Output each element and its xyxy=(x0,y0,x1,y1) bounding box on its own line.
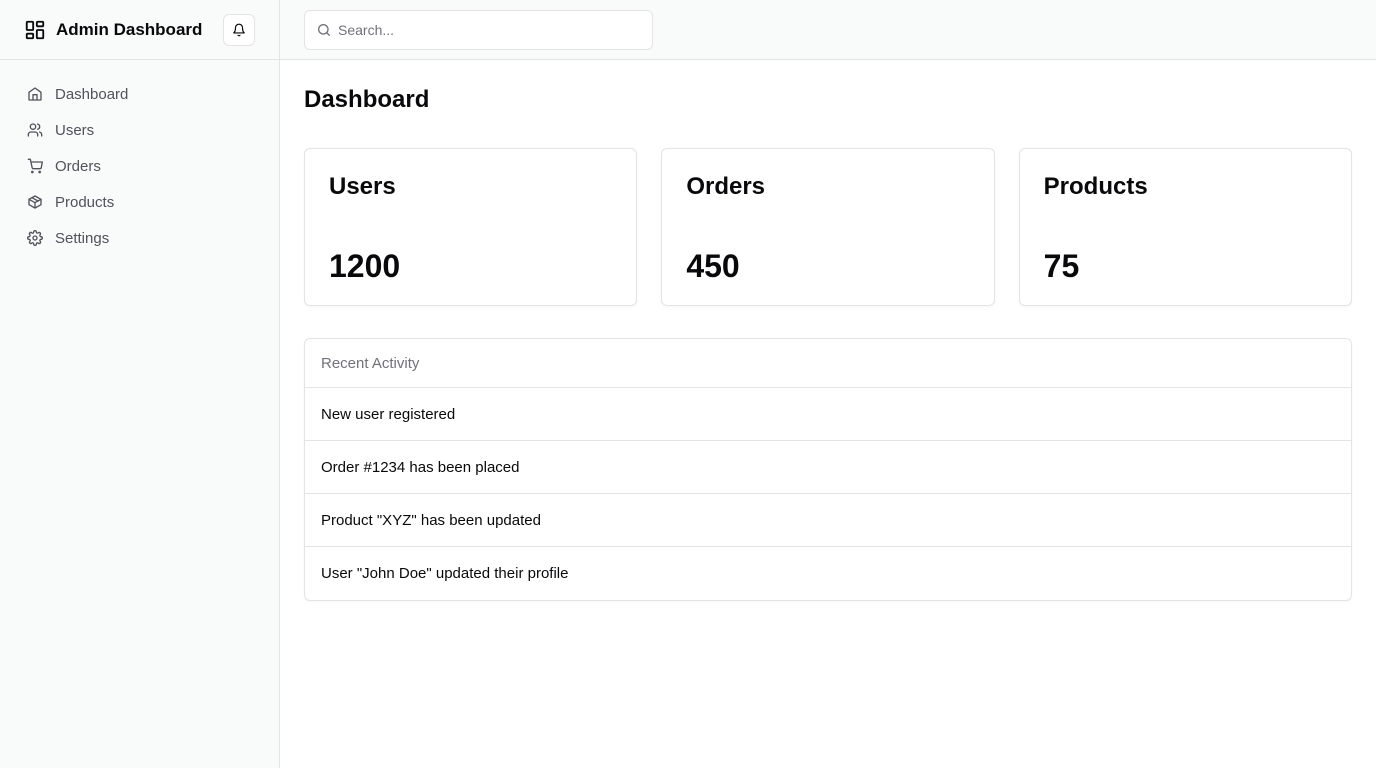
app-title: Admin Dashboard xyxy=(56,19,203,39)
stat-title: Products xyxy=(1043,173,1148,200)
sidebar-item-label: Users xyxy=(55,121,95,139)
sidebar-item-label: Settings xyxy=(55,229,110,247)
gear-icon xyxy=(27,230,43,246)
stats-row: Users 1200 Orders 450 Products 75 xyxy=(304,148,1352,306)
stat-card-products: Products 75 xyxy=(1018,148,1352,306)
stat-value: 450 xyxy=(686,248,740,284)
page-title: Dashboard xyxy=(304,86,430,113)
sidebar-nav: Dashboard Users Orders Products Settings xyxy=(0,60,279,272)
stat-value: 1200 xyxy=(329,248,401,284)
sidebar-item-users[interactable]: Users xyxy=(16,112,263,148)
home-icon xyxy=(27,86,43,102)
sidebar-item-products[interactable]: Products xyxy=(16,184,263,220)
sidebar-item-label: Products xyxy=(55,193,115,211)
stat-card-users: Users 1200 xyxy=(304,148,638,306)
stat-title: Orders xyxy=(686,173,766,200)
search-box xyxy=(304,10,653,50)
sidebar-header: Admin Dashboard xyxy=(0,0,279,60)
topbar xyxy=(280,0,1376,60)
table-row[interactable]: User "John Doe" updated their profile xyxy=(305,547,1351,600)
stat-card-orders: Orders 450 xyxy=(661,148,995,306)
stat-title: Users xyxy=(329,173,396,200)
bell-icon xyxy=(232,23,246,37)
sidebar-item-settings[interactable]: Settings xyxy=(16,220,263,256)
main-content: Dashboard Users 1200 Orders 450 Products… xyxy=(304,60,1352,601)
stat-value: 75 xyxy=(1043,248,1080,284)
package-icon xyxy=(27,194,43,210)
brand[interactable]: Admin Dashboard xyxy=(24,19,202,41)
users-icon xyxy=(27,122,43,138)
search-icon xyxy=(316,22,332,38)
notifications-button[interactable] xyxy=(223,14,255,46)
sidebar-item-orders[interactable]: Orders xyxy=(16,148,263,184)
sidebar-item-dashboard[interactable]: Dashboard xyxy=(16,76,263,112)
activity-header: Recent Activity xyxy=(305,339,1351,388)
table-row[interactable]: Order #1234 has been placed xyxy=(305,441,1351,494)
sidebar: Admin Dashboard Dashboard Users Orders P… xyxy=(0,0,280,768)
table-row[interactable]: Product "XYZ" has been updated xyxy=(305,494,1351,547)
search-input[interactable] xyxy=(305,11,652,49)
cart-icon xyxy=(27,158,43,174)
sidebar-item-label: Orders xyxy=(55,157,101,175)
table-row[interactable]: New user registered xyxy=(305,388,1351,441)
sidebar-item-label: Dashboard xyxy=(55,85,129,103)
dashboard-grid-icon xyxy=(24,19,46,41)
recent-activity-table: Recent Activity New user registered Orde… xyxy=(304,338,1352,601)
